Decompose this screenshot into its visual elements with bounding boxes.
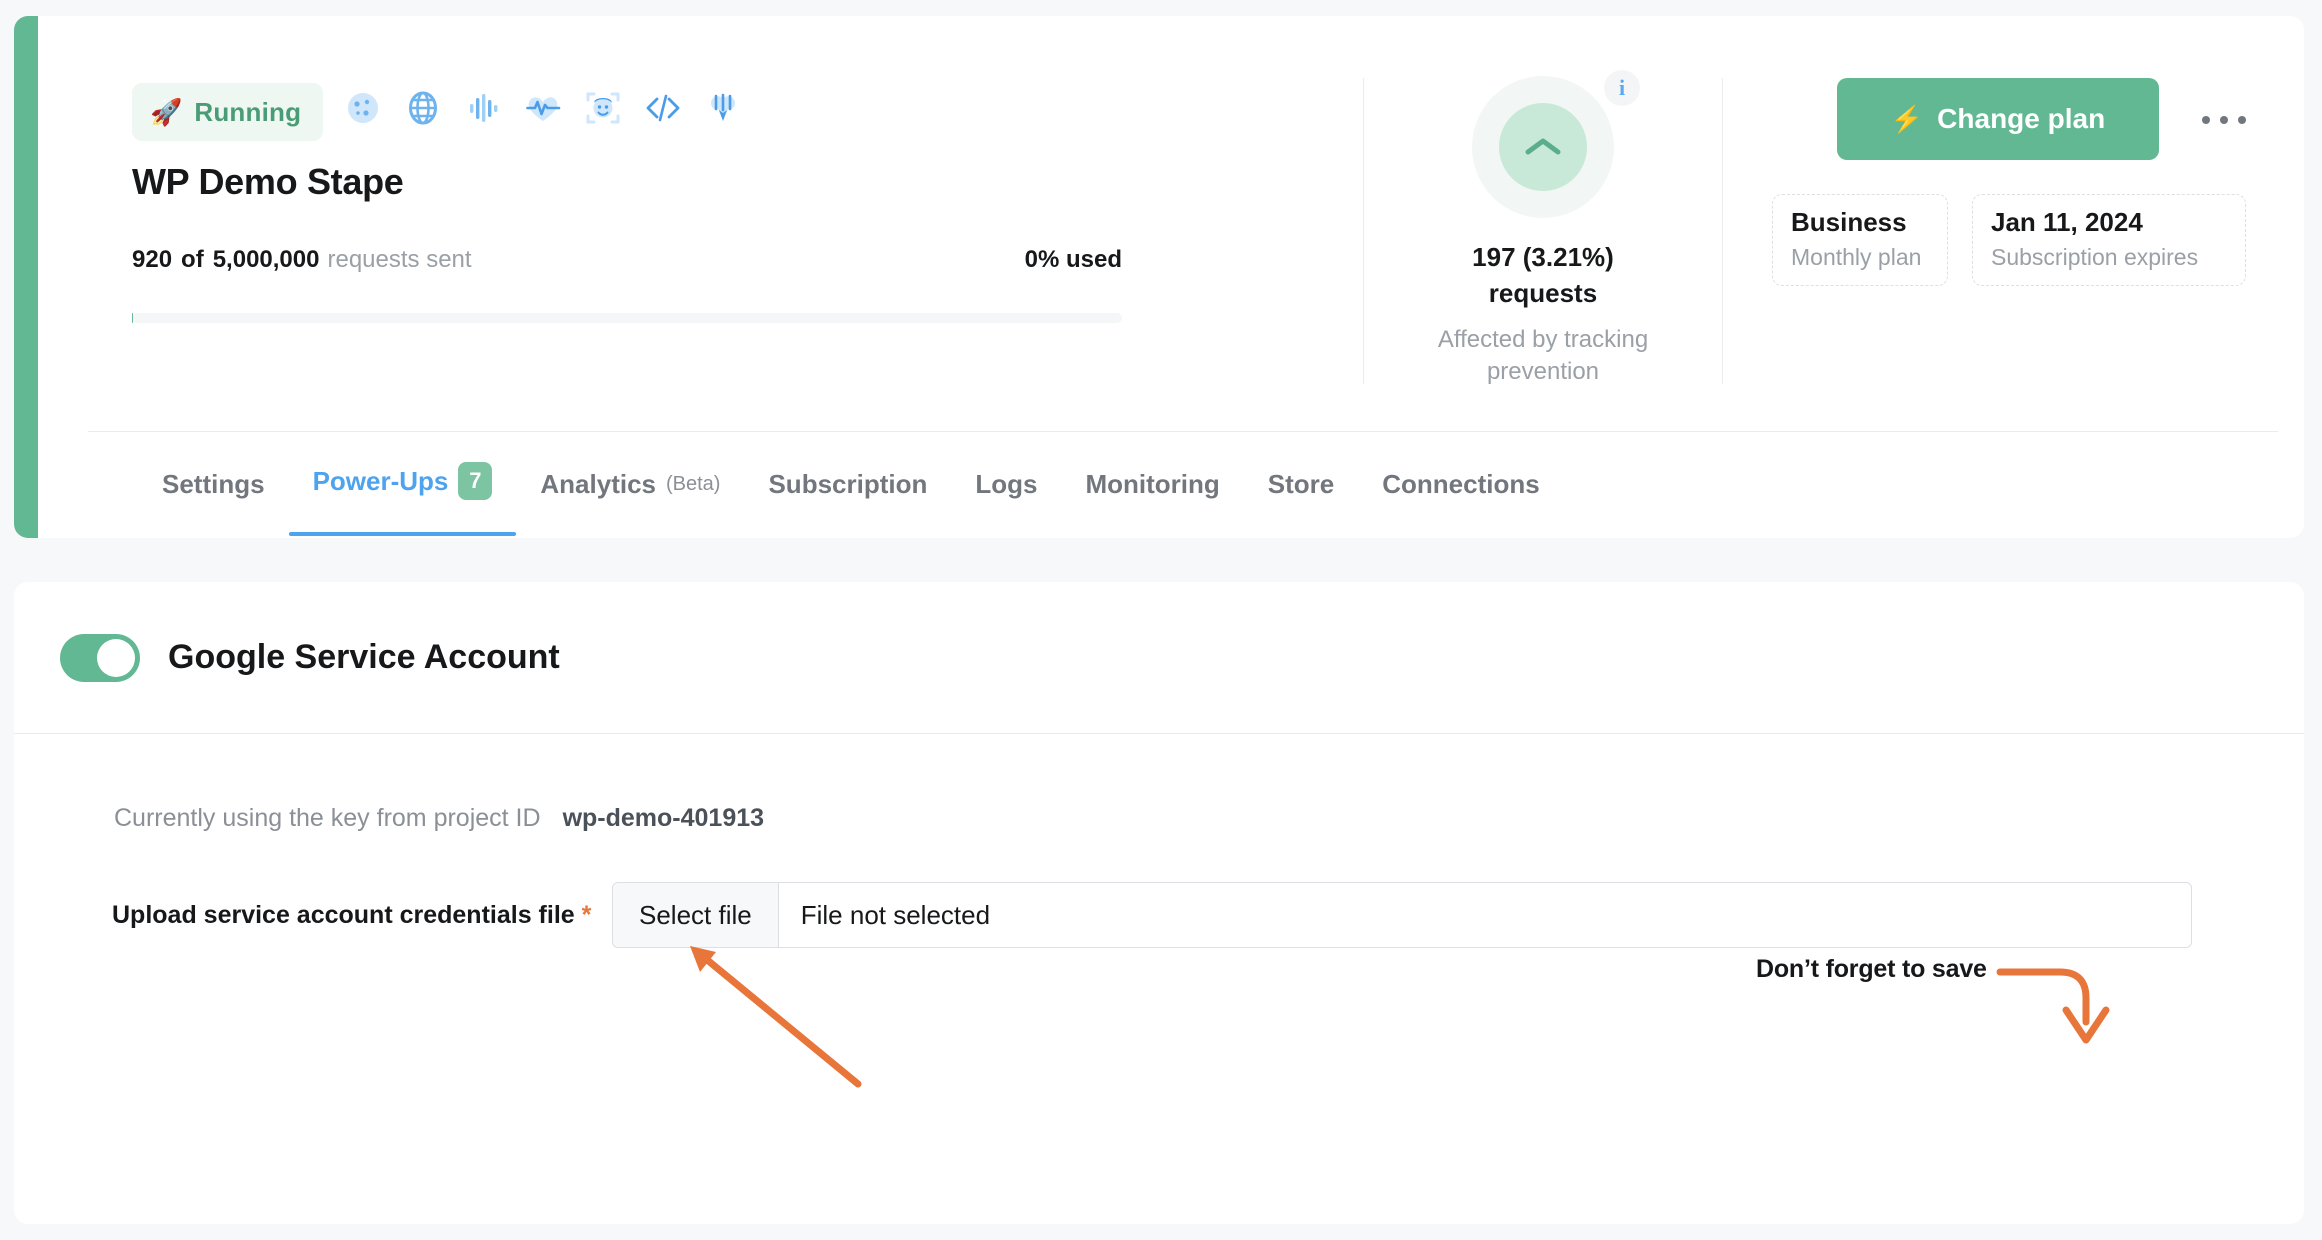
tab-label: Logs: [975, 469, 1038, 499]
gauge-value: 197 (3.21%) requests: [1392, 240, 1694, 312]
usage-limit: 5,000,000: [212, 246, 320, 273]
select-file-button[interactable]: Select file: [613, 883, 779, 947]
upload-label-text: Upload service account credentials file: [112, 900, 575, 929]
plan-card-tier: Business Monthly plan: [1772, 194, 1948, 286]
tabs-divider: [88, 431, 2278, 432]
tab-monitoring[interactable]: Monitoring: [1061, 469, 1243, 536]
heartbeat-icon[interactable]: [524, 89, 562, 127]
more-options-icon[interactable]: [2202, 108, 2246, 132]
code-icon[interactable]: [644, 89, 682, 127]
usage-summary: 920 of 5,000,000 requests sent 0% used: [132, 246, 1122, 274]
tracking-prevention-gauge: i 197 (3.21%) requests Affected by track…: [1392, 70, 1694, 389]
tab-label: Subscription: [768, 469, 928, 499]
status-rail: [14, 16, 38, 538]
project-id-value: wp-demo-401913: [562, 804, 765, 832]
globe-icon[interactable]: [404, 89, 442, 127]
tab-label: Power-Ups: [312, 465, 449, 496]
usage-used: 920: [132, 246, 173, 273]
plan-tier-title: Business: [1791, 207, 1907, 237]
tab-label: Store: [1267, 469, 1335, 499]
project-id-label: Currently using the key from project ID: [114, 804, 541, 832]
tab-label: Connections: [1382, 469, 1540, 499]
usage-progress-bar: [132, 313, 1122, 323]
dot: [2220, 116, 2228, 124]
tab-label: Settings: [162, 469, 265, 499]
usage-unit-label: requests sent: [327, 246, 472, 273]
status-badge: 🚀 Running: [132, 83, 324, 141]
change-plan-button[interactable]: ⚡ Change plan: [1837, 78, 2159, 160]
chevron-up-icon: [1525, 138, 1561, 155]
tab-store[interactable]: Store: [1244, 469, 1358, 536]
tab-label: Analytics: [540, 469, 656, 499]
gauge-disc: [1499, 103, 1587, 191]
plan-expiry-subtitle: Subscription expires: [1991, 244, 2199, 270]
power-up-title: Google Service Account: [168, 638, 560, 676]
page-title: WP Demo Stape: [132, 161, 404, 202]
google-service-account-toggle[interactable]: [60, 633, 140, 682]
gauge-value-unit: requests: [1488, 277, 1598, 308]
upload-credentials-row: Upload service account credentials file …: [112, 882, 2192, 948]
rocket-icon: 🚀: [150, 97, 183, 127]
save-hint-annotation: Don’t forget to save: [1756, 955, 1987, 983]
tab-suffix-beta: (Beta): [666, 473, 721, 495]
upload-field-label: Upload service account credentials file …: [112, 901, 612, 930]
plan-expiry-date: Jan 11, 2024: [1991, 207, 2143, 237]
project-header-card: 🚀 Running WP Demo Stape 920 of 5,000,000…: [14, 16, 2304, 538]
selected-file-name: File not selected: [800, 899, 991, 930]
dot: [2202, 116, 2210, 124]
usage-percent: 0% used: [1024, 246, 1122, 273]
file-input-group[interactable]: Select file File not selected: [612, 882, 2192, 948]
tab-logs[interactable]: Logs: [951, 469, 1061, 536]
info-icon[interactable]: i: [1604, 70, 1640, 106]
audio-bars-icon[interactable]: [464, 89, 502, 127]
required-marker: *: [581, 900, 592, 929]
tab-settings[interactable]: Settings: [138, 469, 289, 536]
neural-brain-icon[interactable]: [704, 89, 742, 127]
header-divider-right: [1722, 78, 1723, 384]
cookie-icon[interactable]: [344, 89, 382, 127]
tab-analytics[interactable]: Analytics (Beta): [516, 469, 744, 536]
project-id-row: Currently using the key from project ID …: [114, 804, 764, 833]
tab-label: Monitoring: [1085, 469, 1220, 499]
tab-bar: Settings Power-Ups 7 Analytics (Beta) Su…: [138, 462, 1564, 536]
tab-connections[interactable]: Connections: [1358, 469, 1563, 536]
toggle-knob: [97, 638, 135, 677]
face-detect-icon[interactable]: [584, 89, 622, 127]
dot: [2238, 116, 2246, 124]
tab-count-badge: 7: [458, 462, 493, 500]
plan-card-expiry: Jan 11, 2024 Subscription expires: [1972, 194, 2246, 286]
gauge-caption: Affected by tracking prevention: [1437, 325, 1649, 386]
gauge-ring: i: [1472, 70, 1640, 218]
change-plan-label: Change plan: [1937, 103, 2106, 134]
lightning-bolt-icon: ⚡: [1890, 103, 1924, 134]
header-divider-left: [1363, 78, 1364, 384]
google-service-account-card: Google Service Account Currently using t…: [14, 582, 2304, 1224]
tab-power-ups[interactable]: Power-Ups 7: [288, 462, 517, 536]
power-up-header: Google Service Account: [14, 582, 2304, 734]
feature-icon-row: [344, 89, 742, 127]
plan-tier-subtitle: Monthly plan: [1791, 244, 1922, 270]
gauge-value-number: 197 (3.21%): [1472, 242, 1614, 272]
status-badge-label: Running: [194, 96, 302, 127]
usage-of-text: of: [181, 246, 204, 273]
tab-subscription[interactable]: Subscription: [744, 469, 951, 536]
